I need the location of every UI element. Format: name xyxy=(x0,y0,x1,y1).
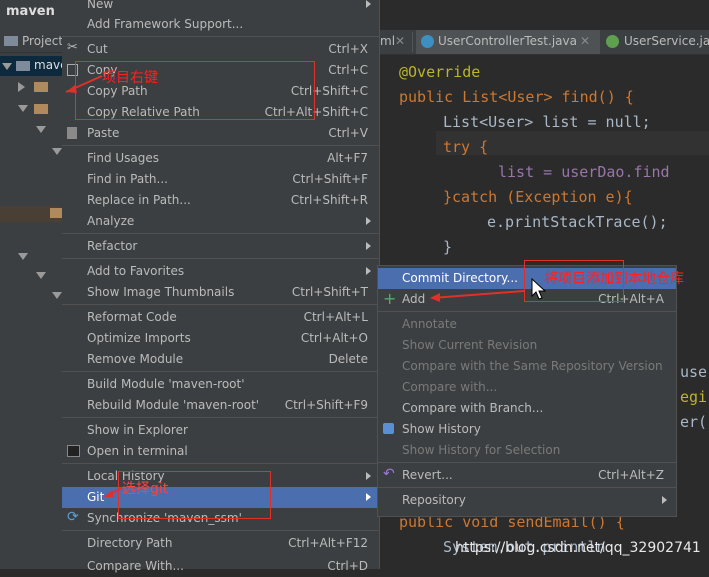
arrow-head xyxy=(104,490,114,497)
arrow-line xyxy=(431,290,525,299)
arrow-head xyxy=(430,293,440,302)
mouse-cursor-icon xyxy=(531,277,547,300)
watermark: https://blog.csdn.net/qq_32902741 xyxy=(455,540,701,556)
annotation-arrows xyxy=(65,75,547,497)
arrow-head xyxy=(66,85,77,93)
